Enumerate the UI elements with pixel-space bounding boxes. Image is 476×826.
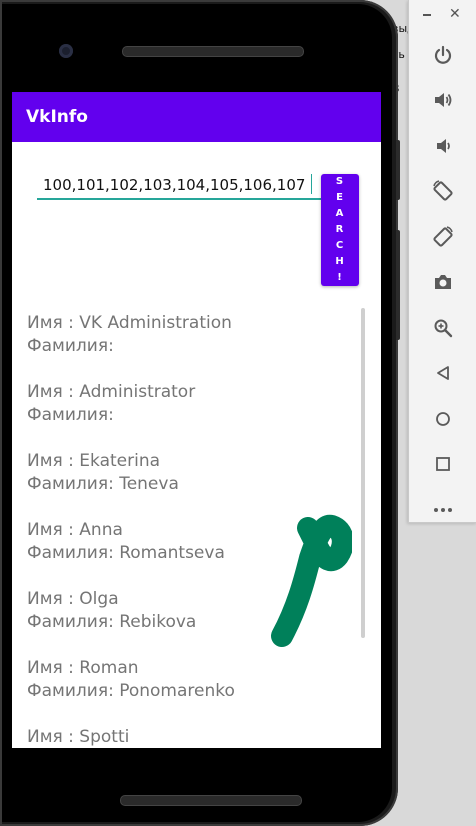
minimize-button[interactable] bbox=[423, 14, 431, 16]
first-name-text: Имя : Administrator bbox=[27, 382, 196, 402]
search-button-letter: E bbox=[336, 192, 344, 203]
list-item[interactable]: Имя : Administrator Фамилия: bbox=[27, 381, 357, 427]
search-button-letter: C bbox=[335, 240, 345, 251]
search-button-letter: ! bbox=[337, 272, 343, 283]
green-scribble-annotation bbox=[271, 514, 352, 647]
scrollbar[interactable] bbox=[361, 308, 365, 638]
power-side-button[interactable] bbox=[396, 140, 400, 200]
close-button[interactable]: ✕ bbox=[449, 6, 461, 22]
list-item[interactable]: Имя : Spotti bbox=[27, 726, 357, 748]
zoom-icon[interactable] bbox=[409, 305, 476, 351]
emulator-toolbar: ✕ bbox=[408, 0, 476, 523]
back-icon[interactable] bbox=[409, 351, 476, 397]
search-button-letter: S bbox=[335, 176, 345, 187]
more-icon[interactable] bbox=[409, 487, 476, 533]
app-screen: VkInfo S E A R C H ! Имя : VK Administra… bbox=[12, 92, 381, 748]
search-button-letter: R bbox=[335, 224, 345, 235]
volume-up-icon[interactable] bbox=[409, 78, 476, 124]
bottom-speaker bbox=[120, 795, 302, 806]
power-icon[interactable] bbox=[409, 32, 476, 78]
app-bar: VkInfo bbox=[12, 92, 381, 142]
first-name-text: Имя : VK Administration bbox=[27, 313, 232, 333]
volume-down-icon[interactable] bbox=[409, 123, 476, 169]
search-button-letter: H bbox=[335, 256, 345, 267]
volume-side-button[interactable] bbox=[396, 230, 400, 340]
last-name-text: Фамилия: bbox=[27, 405, 114, 425]
search-button[interactable]: S E A R C H ! bbox=[321, 174, 359, 286]
last-name-text: Фамилия: Ponomarenko bbox=[27, 681, 235, 701]
first-name-text: Имя : Spotti bbox=[27, 727, 130, 747]
overview-icon[interactable] bbox=[409, 442, 476, 488]
home-icon[interactable] bbox=[409, 396, 476, 442]
app-title: VkInfo bbox=[26, 107, 88, 127]
text-cursor bbox=[311, 174, 312, 194]
camera-icon[interactable] bbox=[409, 260, 476, 306]
first-name-text: Имя : Ekaterina bbox=[27, 451, 161, 471]
last-name-text: Фамилия: bbox=[27, 336, 114, 356]
earpiece-speaker bbox=[122, 46, 304, 57]
rotate-left-icon[interactable] bbox=[409, 169, 476, 215]
last-name-text: Фамилия: Teneva bbox=[27, 474, 179, 494]
rotate-right-icon[interactable] bbox=[409, 214, 476, 260]
list-item[interactable]: Имя : VK Administration Фамилия: bbox=[27, 312, 357, 358]
toolbar-window-controls: ✕ bbox=[409, 0, 476, 32]
front-camera bbox=[59, 44, 73, 58]
list-item[interactable]: Имя : Ekaterina Фамилия: Teneva bbox=[27, 450, 357, 496]
ids-input[interactable] bbox=[37, 172, 323, 200]
search-button-letter: A bbox=[335, 208, 345, 219]
